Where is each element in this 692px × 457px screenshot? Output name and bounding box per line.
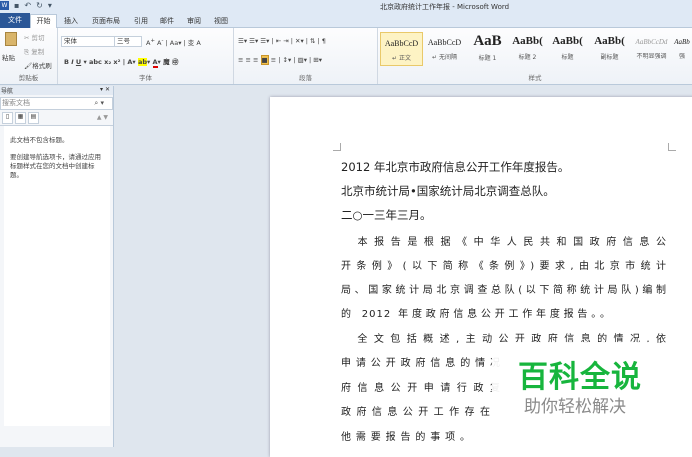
style-normal[interactable]: AaBbCcD ↵ 正文 (380, 32, 423, 66)
close-icon[interactable]: ▾ ✕ (100, 86, 110, 93)
styles-label: 样式 (528, 74, 542, 82)
align-buttons[interactable]: ≡ ≡ ≡ ■ ≡ | ↕▾ | ▨▾ | ⊞▾ (238, 55, 322, 65)
style-preview: AaB (473, 33, 502, 49)
margin-corner (668, 143, 676, 151)
results-tab-icon[interactable]: ▤ (28, 112, 39, 124)
doc-paragraph-line[interactable]: 的 2012 年度政府信息公开工作年度报告。。 (341, 305, 611, 320)
style-name: 标题 (561, 54, 574, 61)
doc-author-line[interactable]: 北京市统计局•国家统计局北京调查总队。 (341, 183, 555, 199)
nav-header: 导航 ▾ ✕ (0, 86, 113, 95)
headings-tab-icon[interactable]: ▯ (2, 112, 13, 124)
watermark-sub: 助你轻松解决 (524, 397, 626, 417)
doc-paragraph-line[interactable]: 府信息公开申请行政复 (341, 379, 501, 394)
style-name: 不明显强调 (636, 53, 667, 60)
undo-icon[interactable]: ↶ (24, 1, 31, 10)
save-icon[interactable]: ▪ (14, 1, 19, 10)
doc-paragraph-line[interactable]: 申请公开政府信息的情况 (341, 354, 501, 369)
style-heading-1[interactable]: AaB 标题 1 (466, 32, 509, 66)
style-preview: AaBbCcD (384, 39, 419, 48)
font-size-select[interactable]: 三号 (114, 36, 142, 47)
style-name: 强 (678, 53, 685, 60)
redo-icon[interactable]: ↻ (36, 1, 43, 10)
nav-body: 此文档不包含标题。 要创建导航选项卡，请通过应用标题样式在您的文档中创建标题。 (4, 126, 110, 426)
styles-group: AaBbCcD ↵ 正文 AaBbCcD ↵ 无间隔 AaB 标题 1 AaBb( 标题… (378, 28, 692, 84)
ribbon-tabs: 文件 开始 插入 页面布局 引用 邮件 审阅 视图 (0, 13, 692, 29)
format-buttons[interactable]: B I U ▾ abc x₂ x² | A▾ ab▾ A▾ 魔 ㊥ (64, 56, 178, 68)
doc-paragraph-line[interactable]: 开条例》(以下简称《条例》)要求,由北京市统计 (341, 257, 667, 272)
copy-button[interactable]: ⎘ 复制 (24, 46, 44, 57)
tab-file[interactable]: 文件 (0, 13, 30, 28)
tab-references[interactable]: 引用 (134, 16, 148, 26)
list-buttons[interactable]: ☰▾ ☰▾ ☰▾ | ⇤ ⇥ | ✕▾ | ⇅ | ¶ (238, 37, 326, 45)
style-preview: AaBbCcDd (635, 38, 668, 46)
cut-button[interactable]: ✂ 剪切 (24, 32, 45, 42)
style-no-spacing[interactable]: AaBbCcD ↵ 无间隔 (423, 32, 466, 66)
style-emphasis[interactable]: AaBb 强 (672, 32, 692, 66)
style-preview: AaBb( (512, 35, 543, 47)
style-name: 标题 1 (478, 55, 497, 62)
watermark-main: 百科全说 (518, 360, 642, 395)
nav-message: 此文档不包含标题。 (10, 136, 69, 144)
style-name: 副标题 (600, 54, 619, 61)
doc-paragraph-line[interactable]: 本报告是根据《中华人民共和国政府信息公 (341, 233, 667, 248)
margin-corner (333, 143, 341, 151)
style-preview: AaBb( (552, 35, 583, 47)
doc-paragraph-line[interactable]: 局、国家统计局北京调查总队(以下简称统计局队)编制 (341, 281, 667, 296)
style-preview: AaBb (674, 38, 690, 46)
paste-icon[interactable] (5, 32, 17, 46)
clipboard-group: 粘贴 ✂ 剪切 ⎘ 复制 🖌格式刷 剪贴板 (0, 28, 58, 84)
style-name: 标题 2 (518, 54, 537, 61)
nav-arrows-icon[interactable]: ▲ ▼ (97, 114, 108, 126)
font-size-buttons[interactable]: A+ A- | Aa▾ | 变 A (146, 37, 201, 47)
font-name-select[interactable]: 宋体 (61, 36, 115, 47)
window-title: 北京政府统计工作年报 - Microsoft Word (380, 3, 510, 11)
nav-title: 导航 (1, 88, 14, 95)
clipboard-label: 剪贴板 (18, 74, 39, 82)
style-name: ↵ 正文 (392, 55, 411, 62)
format-painter-button[interactable]: 🖌格式刷 (24, 60, 52, 70)
style-title[interactable]: AaBb( 标题 (546, 32, 589, 66)
style-subtitle[interactable]: AaBb( 副标题 (588, 32, 631, 66)
word-icon: W (0, 1, 9, 10)
nav-tabs: ▯ ▦ ▤ ▲ ▼ (0, 112, 113, 126)
style-name: ↵ 无间隔 (432, 54, 457, 61)
nav-hint: 要创建导航选项卡，请通过应用标题样式在您的文档中创建标题。 (10, 153, 101, 179)
tab-view[interactable]: 视图 (214, 16, 228, 26)
search-icon[interactable]: ⌕ ▾ (94, 98, 104, 109)
customize-icon[interactable]: ▾ (48, 1, 52, 10)
search-input[interactable]: 搜索文档 ⌕ ▾ (0, 97, 113, 110)
quick-access-toolbar: W ▪ ↶ ↻ ▾ (0, 1, 52, 10)
format-painter-label: 格式刷 (32, 62, 52, 70)
tab-home[interactable]: 开始 (30, 14, 57, 29)
style-preview: AaBbCcD (427, 38, 462, 47)
font-group: 宋体 三号 A+ A- | Aa▾ | 变 A B I U ▾ abc x₂ x… (58, 28, 234, 84)
style-heading-2[interactable]: AaBb( 标题 2 (506, 32, 549, 66)
copy-label: 复制 (31, 48, 45, 56)
search-placeholder: 搜索文档 (2, 99, 30, 107)
tab-mailings[interactable]: 邮件 (160, 16, 174, 26)
navigation-pane: 导航 ▾ ✕ 搜索文档 ⌕ ▾ ▯ ▦ ▤ ▲ ▼ 此文档不包含标题。 要创建导航选… (0, 86, 114, 447)
font-label: 字体 (139, 74, 152, 82)
style-subtle-emphasis[interactable]: AaBbCcDd 不明显强调 (630, 32, 673, 66)
paragraph-group: ☰▾ ☰▾ ☰▾ | ⇤ ⇥ | ✕▾ | ⇅ | ¶ ≡ ≡ ≡ ■ ≡ | … (234, 28, 378, 84)
doc-paragraph-line[interactable]: 政府信息公开工作存在 (341, 403, 491, 418)
pages-tab-icon[interactable]: ▦ (15, 112, 26, 124)
tab-page-layout[interactable]: 页面布局 (92, 16, 120, 26)
doc-date-line[interactable]: 二○一三年三月。 (341, 207, 432, 223)
paste-button[interactable]: 粘贴 (2, 52, 15, 62)
style-preview: AaBb( (594, 35, 625, 47)
tab-review[interactable]: 审阅 (187, 16, 201, 26)
paragraph-label: 段落 (299, 74, 312, 82)
tab-insert[interactable]: 插入 (64, 16, 78, 26)
doc-paragraph-line[interactable]: 他需要报告的事项。 (341, 428, 471, 443)
doc-title-line[interactable]: 2012 年北京市政府信息公开工作年度报告。 (341, 159, 569, 175)
watermark: 百科全说 助你轻松解决 (492, 342, 657, 424)
title-bar: W ▪ ↶ ↻ ▾ 北京政府统计工作年报 - Microsoft Word (0, 0, 692, 13)
ribbon: 粘贴 ✂ 剪切 ⎘ 复制 🖌格式刷 剪贴板 宋体 三号 A+ A- | Aa▾ … (0, 28, 692, 85)
cut-label: 剪切 (31, 34, 45, 42)
